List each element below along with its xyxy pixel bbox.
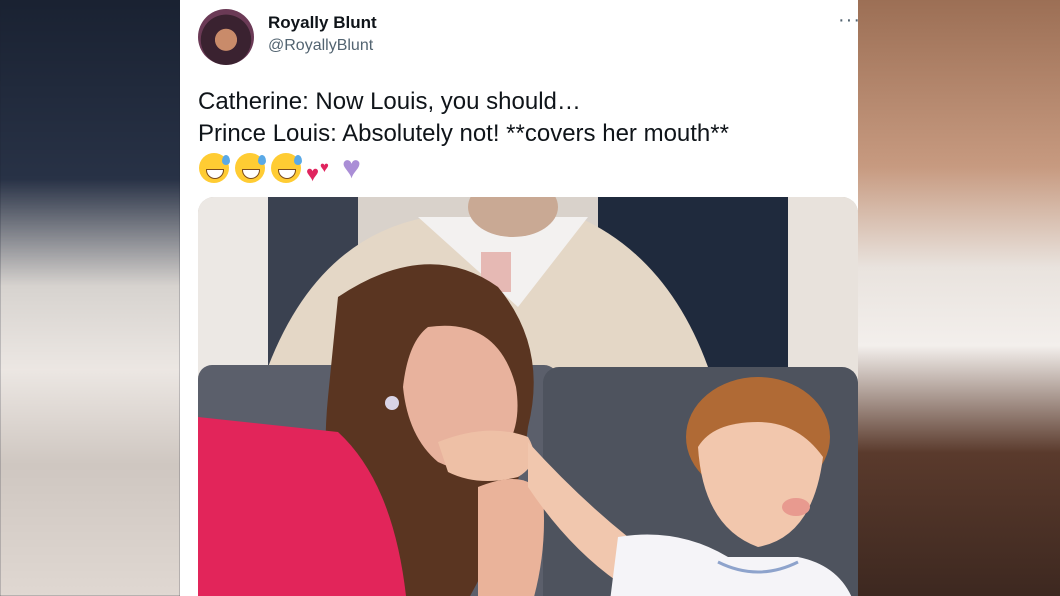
blurred-background-right [858,0,1060,596]
author-display-name[interactable]: Royally Blunt [268,13,377,33]
two-hearts-emoji-icon: ♥ ♥ [306,159,329,186]
tweet-text: Catherine: Now Louis, you should… Prince… [198,86,838,186]
purple-heart-emoji-icon: ♥ [342,149,361,185]
photo-illustration [198,197,858,596]
avatar[interactable] [198,9,254,65]
blurred-background-left [0,0,180,596]
sweat-smile-emoji-icon [234,152,266,184]
more-options-icon[interactable]: ··· [838,10,858,30]
tweet-text-line: Catherine: Now Louis, you should… [198,88,581,115]
author-handle[interactable]: @RoyallyBlunt [268,37,373,55]
tweet-card: Royally Blunt @RoyallyBlunt ··· Catherin… [180,0,858,596]
sweat-smile-emoji-icon [198,152,230,184]
emoji-row: ♥ ♥ ♥ [198,149,838,186]
tweet-photo[interactable] [198,197,858,596]
sweat-smile-emoji-icon [270,152,302,184]
tweet-text-line: Prince Louis: Absolutely not! **covers h… [198,120,729,147]
